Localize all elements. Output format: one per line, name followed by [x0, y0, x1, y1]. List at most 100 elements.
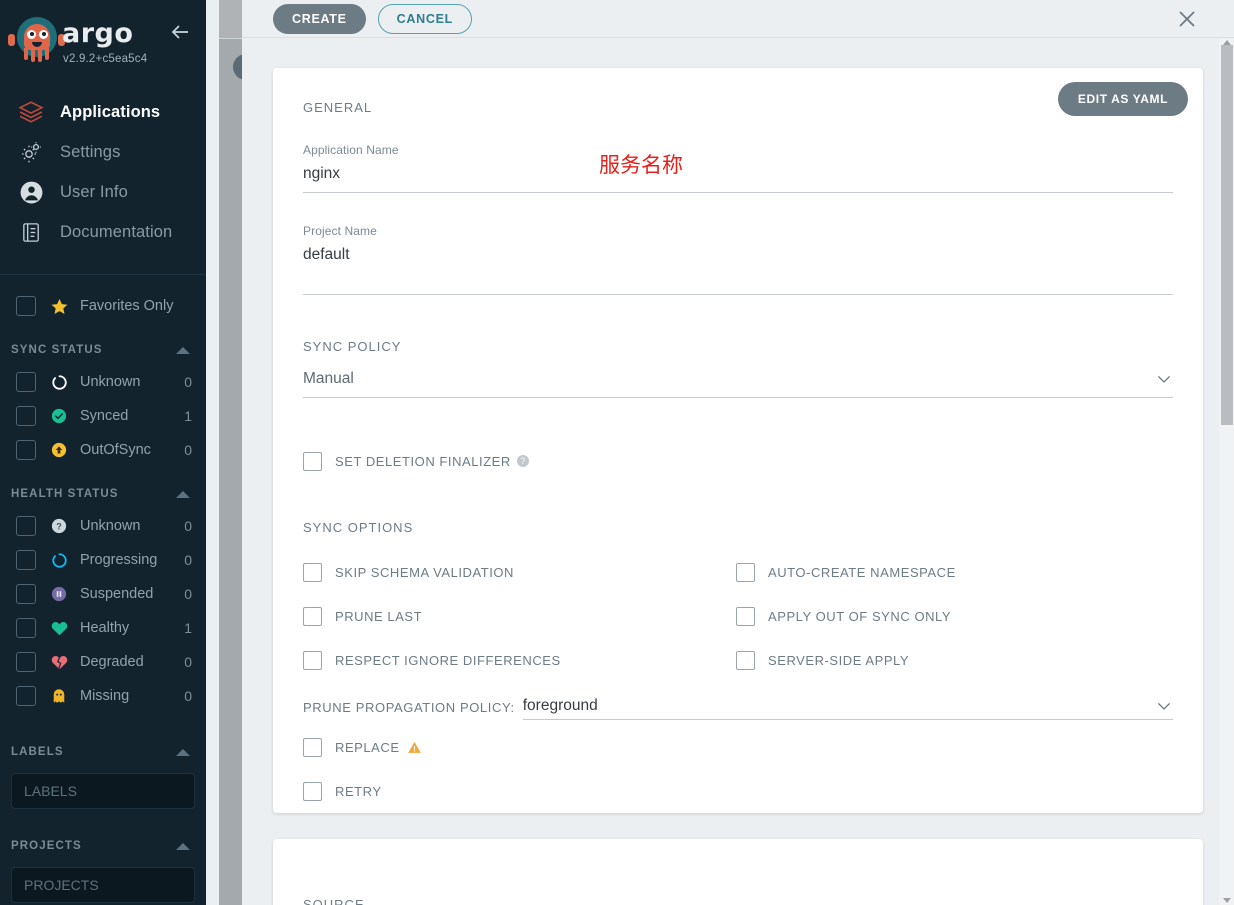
filter-count: 0: [184, 586, 192, 602]
retry-checkbox[interactable]: [303, 782, 322, 801]
filter-checkbox[interactable]: [16, 406, 36, 426]
filter-health-progressing[interactable]: Progressing 0: [0, 543, 206, 577]
option-checkbox[interactable]: [736, 651, 755, 670]
application-name-label: Application Name: [303, 143, 1173, 157]
filter-checkbox[interactable]: [16, 440, 36, 460]
ghost-icon: [48, 686, 70, 706]
filter-checkbox[interactable]: [16, 584, 36, 604]
option-replace[interactable]: REPLACE: [303, 732, 1173, 762]
create-button[interactable]: CREATE: [273, 4, 366, 34]
modal-scrollbar-thumb[interactable]: [1221, 45, 1233, 425]
filter-health-missing[interactable]: Missing 0: [0, 679, 206, 713]
sidebar-item-documentation[interactable]: Documentation: [0, 212, 206, 252]
set-deletion-finalizer-checkbox[interactable]: [303, 452, 322, 471]
application-name-input[interactable]: nginx: [303, 157, 1173, 193]
help-circle-icon[interactable]: ?: [517, 455, 529, 467]
filter-label: Missing: [80, 688, 178, 704]
scroll-down-icon[interactable]: [1223, 898, 1231, 903]
chevron-down-icon: [1155, 697, 1173, 715]
option-label: RESPECT IGNORE DIFFERENCES: [335, 653, 561, 668]
check-circle-icon: [48, 406, 70, 426]
option-retry[interactable]: RETRY: [303, 776, 1173, 806]
sidebar-item-settings[interactable]: Settings: [0, 132, 206, 172]
sidebar-item-user-info[interactable]: User Info: [0, 172, 206, 212]
retry-label: RETRY: [335, 784, 382, 799]
labels-input-placeholder: LABELS: [24, 783, 77, 799]
option-checkbox[interactable]: [303, 563, 322, 582]
chevron-down-icon: [1155, 370, 1173, 388]
prune-propagation-policy-label: PRUNE PROPAGATION POLICY:: [303, 700, 515, 720]
prune-propagation-policy-select[interactable]: foreground: [523, 697, 1173, 720]
filter-count: 0: [184, 374, 192, 390]
filter-sync-outofsync[interactable]: OutOfSync 0: [0, 433, 206, 467]
source-card: SOURCE: [273, 839, 1203, 905]
projects-input[interactable]: PROJECTS: [11, 867, 195, 903]
section-projects: PROJECTS: [0, 831, 206, 861]
filter-health-unknown[interactable]: ? Unknown 0: [0, 509, 206, 543]
sidebar-item-applications[interactable]: Applications: [0, 92, 206, 132]
application-name-field: Application Name nginx 服务名称: [303, 143, 1173, 193]
sync-policy-label: SYNC POLICY: [303, 339, 1173, 354]
filter-checkbox[interactable]: [16, 652, 36, 672]
replace-checkbox[interactable]: [303, 738, 322, 757]
gear-icon: [14, 137, 48, 167]
filter-count: 1: [184, 408, 192, 424]
option-prune-last[interactable]: PRUNE LAST: [303, 601, 736, 631]
star-icon: [48, 296, 70, 316]
filter-health-healthy[interactable]: Healthy 1: [0, 611, 206, 645]
filter-checkbox[interactable]: [16, 516, 36, 536]
chevron-up-icon[interactable]: [176, 843, 190, 850]
option-label: AUTO-CREATE NAMESPACE: [768, 565, 956, 580]
replace-label: REPLACE: [335, 740, 400, 755]
option-checkbox[interactable]: [303, 651, 322, 670]
option-server-side-apply[interactable]: SERVER-SIDE APPLY: [736, 645, 1173, 675]
filter-sync-synced[interactable]: Synced 1: [0, 399, 206, 433]
filter-checkbox[interactable]: [16, 686, 36, 706]
chevron-up-icon[interactable]: [176, 347, 190, 354]
filter-sync-unknown[interactable]: Unknown 0: [0, 365, 206, 399]
option-apply-out-of-sync-only[interactable]: APPLY OUT OF SYNC ONLY: [736, 601, 1173, 631]
filter-favorites-only[interactable]: Favorites Only: [0, 289, 206, 323]
filter-label: Unknown: [80, 374, 178, 390]
sidebar-item-label: Documentation: [60, 223, 172, 242]
chevron-up-icon[interactable]: [176, 491, 190, 498]
filter-checkbox[interactable]: [16, 618, 36, 638]
project-name-input[interactable]: default: [303, 238, 1173, 295]
filter-health-degraded[interactable]: Degraded 0: [0, 645, 206, 679]
question-circle-icon: ?: [48, 516, 70, 536]
filter-checkbox[interactable]: [16, 372, 36, 392]
favorites-checkbox[interactable]: [16, 296, 36, 316]
option-respect-ignore-differences[interactable]: RESPECT IGNORE DIFFERENCES: [303, 645, 736, 675]
sidebar-divider: [0, 274, 206, 275]
option-auto-create-namespace[interactable]: AUTO-CREATE NAMESPACE: [736, 557, 1173, 587]
sidebar-item-label: Applications: [60, 103, 160, 122]
arrow-left-icon[interactable]: [168, 20, 192, 44]
option-checkbox[interactable]: [303, 607, 322, 626]
chevron-up-icon[interactable]: [176, 749, 190, 756]
filter-label: Favorites Only: [80, 298, 192, 314]
option-checkbox[interactable]: [736, 607, 755, 626]
option-skip-schema-validation[interactable]: SKIP SCHEMA VALIDATION: [303, 557, 736, 587]
set-deletion-finalizer-label: SET DELETION FINALIZER: [335, 454, 511, 469]
modal-scrollbar[interactable]: [1219, 39, 1234, 905]
sync-policy-select[interactable]: Manual: [303, 362, 1173, 398]
create-application-modal: CREATE CANCEL EDIT AS YAML GENERAL Appli…: [242, 0, 1234, 905]
heart-broken-icon: [48, 652, 70, 672]
sync-options-title: SYNC OPTIONS: [303, 520, 1173, 535]
filter-label: Synced: [80, 408, 178, 424]
close-icon[interactable]: [1174, 6, 1200, 32]
edit-as-yaml-button[interactable]: EDIT AS YAML: [1058, 82, 1188, 116]
option-checkbox[interactable]: [736, 563, 755, 582]
labels-input[interactable]: LABELS: [11, 773, 195, 809]
sidebar-header: argo v2.9.2+c5ea5c4: [0, 0, 206, 80]
set-deletion-finalizer-row[interactable]: SET DELETION FINALIZER ?: [303, 446, 1173, 476]
circle-notch-icon: [48, 372, 70, 392]
warning-triangle-icon: [407, 740, 422, 755]
sync-options-left-column: SKIP SCHEMA VALIDATION PRUNE LAST RESPEC…: [303, 543, 736, 675]
svg-text:?: ?: [56, 521, 62, 531]
filter-health-suspended[interactable]: Suspended 0: [0, 577, 206, 611]
filter-label: Suspended: [80, 586, 178, 602]
section-sync-status: SYNC STATUS: [0, 335, 206, 365]
filter-checkbox[interactable]: [16, 550, 36, 570]
cancel-button[interactable]: CANCEL: [378, 4, 472, 34]
